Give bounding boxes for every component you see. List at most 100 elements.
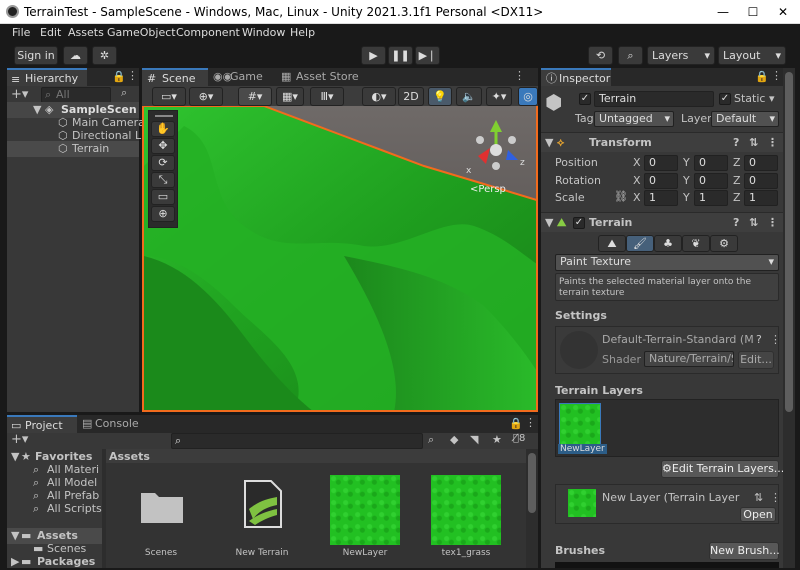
add-icon[interactable]: +▾: [11, 87, 28, 102]
menu-file[interactable]: File: [12, 26, 30, 39]
terrain-enabled-checkbox[interactable]: ✓: [573, 217, 585, 229]
terrain-header[interactable]: ▼ ⛰ ✓ Terrain ? ⇅ ⋮: [541, 212, 783, 232]
scale-y-field[interactable]: 1: [694, 190, 728, 206]
rotation-y-field[interactable]: 0: [694, 173, 728, 189]
transform-header[interactable]: ▼ ⟡ Transform ? ⇅ ⋮: [541, 132, 783, 152]
add-icon[interactable]: +▾: [11, 432, 28, 447]
more-icon[interactable]: ⋮: [514, 69, 525, 82]
orientation-gizmo[interactable]: [470, 120, 530, 180]
project-search-input[interactable]: ⌕: [171, 433, 423, 449]
step-button[interactable]: ▶❘: [415, 46, 440, 65]
tab-game[interactable]: ◉◉ Game: [210, 68, 276, 86]
search-by-label-icon[interactable]: ◆: [450, 433, 458, 446]
pause-button[interactable]: ❚❚: [388, 46, 413, 65]
paint-terrain-icon[interactable]: 🖌: [626, 235, 654, 252]
scrollbar-thumb[interactable]: [528, 453, 536, 513]
preset-icon[interactable]: ⇅: [749, 133, 758, 153]
draw-mode-dropdown[interactable]: ▭▾: [152, 87, 186, 106]
open-button[interactable]: Open: [740, 507, 776, 522]
asset-new-terrain[interactable]: [243, 479, 283, 529]
more-icon[interactable]: ⋮: [525, 416, 536, 429]
more-icon[interactable]: ⋮: [770, 333, 781, 346]
scale-x-field[interactable]: 1: [644, 190, 678, 206]
persp-label[interactable]: <Persp: [470, 184, 506, 195]
hand-tool-icon[interactable]: ✋: [151, 121, 175, 137]
position-z-field[interactable]: 0: [744, 155, 778, 171]
menu-assets[interactable]: Assets: [68, 26, 104, 39]
scale-tool-icon[interactable]: ⤡: [151, 172, 175, 188]
save-search-icon[interactable]: ◥: [470, 433, 478, 446]
2d-toggle[interactable]: 2D: [398, 87, 424, 106]
drag-handle-icon[interactable]: [155, 115, 173, 117]
search-icon[interactable]: ⌕: [618, 46, 643, 65]
menu-component[interactable]: Component: [176, 26, 240, 39]
asset-tex1-grass[interactable]: [431, 475, 501, 545]
more-icon[interactable]: ⋮: [127, 69, 138, 82]
search-by-type-icon[interactable]: ⌕: [428, 433, 434, 447]
inspector-scrollbar[interactable]: [783, 68, 795, 568]
shader-edit-button[interactable]: Edit...: [738, 351, 774, 369]
position-y-field[interactable]: 0: [694, 155, 728, 171]
hierarchy-search-input[interactable]: ⌕ All: [41, 87, 111, 103]
lock-icon[interactable]: 🔒: [755, 70, 769, 83]
more-icon[interactable]: ⋮: [767, 213, 778, 233]
menu-window[interactable]: Window: [242, 26, 285, 39]
move-tool-icon[interactable]: ✥: [151, 138, 175, 154]
minimize-button[interactable]: —: [714, 4, 732, 20]
scrollbar-thumb[interactable]: [785, 72, 793, 412]
rotate-tool-icon[interactable]: ⟳: [151, 155, 175, 171]
tab-project[interactable]: ▭ Project: [7, 415, 77, 433]
lock-icon[interactable]: 🔒: [112, 70, 126, 83]
increment-dropdown[interactable]: Ⅲ▾: [310, 87, 344, 106]
help-icon[interactable]: ?: [733, 133, 739, 153]
terrain-tool-dropdown[interactable]: Paint Texture ▾: [555, 254, 779, 271]
transform-tool-icon[interactable]: ⊕: [151, 206, 175, 222]
object-name-input[interactable]: Terrain: [594, 91, 714, 107]
tab-console[interactable]: ▤ Console: [77, 415, 147, 433]
more-icon[interactable]: ⋮: [770, 491, 781, 504]
paint-trees-icon[interactable]: ♣: [654, 235, 682, 252]
help-icon[interactable]: ?: [733, 213, 739, 233]
create-neighbor-icon[interactable]: ⛰: [598, 235, 626, 252]
menu-edit[interactable]: Edit: [40, 26, 61, 39]
history-icon[interactable]: ⟲: [588, 46, 613, 65]
project-scrollbar[interactable]: [526, 449, 538, 568]
star-icon[interactable]: ★: [492, 433, 502, 446]
tab-asset-store[interactable]: ▦ Asset Store: [276, 68, 366, 86]
layout-dropdown[interactable]: Layout ▾: [718, 46, 786, 65]
rotation-z-field[interactable]: 0: [744, 173, 778, 189]
rect-tool-icon[interactable]: ▭: [151, 189, 175, 205]
gizmos-icon[interactable]: ◎: [518, 87, 538, 106]
shader-dropdown[interactable]: Nature/Terrain/S: [644, 351, 734, 367]
sign-in-button[interactable]: Sign in: [14, 46, 58, 65]
tab-inspector[interactable]: ⓘ Inspector: [541, 68, 611, 86]
hidden-packages-icon[interactable]: 👁̸8: [513, 433, 525, 444]
chevron-down-icon[interactable]: ▾: [769, 92, 775, 105]
rotation-x-field[interactable]: 0: [644, 173, 678, 189]
tab-hierarchy[interactable]: ≡ Hierarchy: [7, 68, 87, 86]
new-brush-button[interactable]: New Brush...: [709, 542, 780, 560]
close-button[interactable]: ✕: [774, 4, 792, 20]
terrain-settings-icon[interactable]: ⚙: [710, 235, 738, 252]
global-dropdown[interactable]: ⊕▾: [189, 87, 223, 106]
effects-icon[interactable]: ✦▾: [486, 87, 512, 106]
static-checkbox[interactable]: ✓: [719, 93, 731, 105]
menu-gameobject[interactable]: GameObject: [107, 26, 176, 39]
lock-icon[interactable]: 🔒: [509, 417, 523, 430]
terrain-layer-thumb[interactable]: [559, 403, 601, 445]
help-icon[interactable]: ?: [756, 333, 762, 346]
tag-dropdown[interactable]: Untagged ▾: [594, 111, 674, 127]
maximize-button[interactable]: ☐: [744, 4, 762, 20]
active-checkbox[interactable]: ✓: [579, 93, 591, 105]
paint-details-icon[interactable]: ❦: [682, 235, 710, 252]
material-name[interactable]: Default-Terrain-Standard (M: [602, 333, 754, 346]
preset-icon[interactable]: ⇅: [749, 213, 758, 233]
menu-help[interactable]: Help: [290, 26, 315, 39]
lighting-icon[interactable]: 💡: [428, 87, 452, 106]
play-button[interactable]: ▶: [361, 46, 386, 65]
layer-dropdown[interactable]: Default ▾: [711, 111, 779, 127]
edit-terrain-layers-button[interactable]: ⚙Edit Terrain Layers...: [661, 460, 784, 478]
preset-icon[interactable]: ⇅: [754, 491, 763, 504]
shading-dropdown[interactable]: ◐▾: [362, 87, 396, 106]
breadcrumb-label[interactable]: Assets: [109, 450, 150, 463]
